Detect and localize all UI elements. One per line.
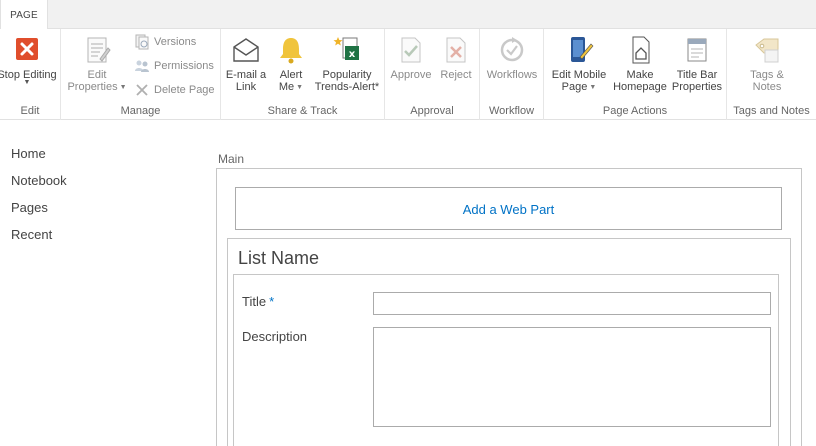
group-label-share-track: Share & Track bbox=[267, 105, 338, 117]
edit-properties-icon bbox=[87, 37, 111, 63]
edit-properties-button[interactable]: Edit Properties ▼ bbox=[67, 35, 127, 93]
chevron-down-icon: ▼ bbox=[589, 84, 597, 91]
make-homepage-label-2: Homepage bbox=[613, 81, 667, 93]
popularity-trends-icon: x bbox=[333, 37, 359, 60]
nav-item-pages[interactable]: Pages bbox=[11, 200, 67, 227]
permissions-icon bbox=[135, 60, 149, 72]
delete-page-label: Delete Page bbox=[154, 84, 215, 96]
tab-page[interactable]: PAGE bbox=[0, 0, 48, 30]
chevron-down-icon: ▼ bbox=[296, 84, 304, 91]
nav-item-home[interactable]: Home bbox=[11, 146, 67, 173]
add-web-part-button[interactable]: Add a Web Part bbox=[235, 187, 782, 230]
web-part-title: List Name bbox=[238, 248, 320, 268]
versions-icon bbox=[135, 34, 149, 50]
group-label-manage: Manage bbox=[120, 105, 161, 117]
email-link-button[interactable]: E-mail a Link bbox=[225, 35, 267, 93]
ribbon-group-share-track: E-mail a Link Alert Me ▼ x Popularity Tre… bbox=[221, 29, 385, 120]
permissions-button[interactable]: Permissions bbox=[134, 57, 214, 75]
title-label-text: Title bbox=[242, 294, 267, 309]
approve-icon bbox=[401, 37, 421, 63]
ribbon-tab-strip: PAGE bbox=[0, 0, 816, 30]
chevron-down-icon: ▼ bbox=[119, 84, 127, 91]
edit-mobile-page-button[interactable]: Edit Mobile Page ▼ bbox=[548, 35, 610, 93]
edit-mobile-label-1: Edit Mobile bbox=[551, 69, 607, 81]
edit-properties-label-2: Properties bbox=[67, 81, 118, 93]
workflows-icon bbox=[500, 37, 524, 62]
email-link-label-1: E-mail a bbox=[225, 69, 267, 81]
zone-title: Main bbox=[218, 152, 245, 166]
edit-mobile-label-2: Page bbox=[561, 81, 588, 93]
delete-page-button[interactable]: Delete Page bbox=[134, 81, 215, 99]
popularity-label-2: Trends-Alert* bbox=[314, 81, 380, 93]
title-bar-label-1: Title Bar bbox=[676, 69, 718, 81]
description-textarea[interactable] bbox=[373, 327, 771, 427]
workflows-button[interactable]: Workflows bbox=[484, 35, 540, 81]
make-homepage-icon bbox=[632, 36, 650, 64]
stop-editing-button[interactable]: Stop Editing ▼ bbox=[0, 35, 57, 86]
reject-icon bbox=[446, 37, 466, 63]
group-label-workflow: Workflow bbox=[488, 105, 535, 117]
title-bar-properties-icon bbox=[687, 38, 707, 62]
email-link-icon bbox=[233, 38, 259, 62]
title-bar-label-2: Properties bbox=[671, 81, 723, 93]
group-label-page-actions: Page Actions bbox=[602, 105, 668, 117]
make-homepage-button[interactable]: Make Homepage bbox=[612, 35, 668, 93]
approve-button[interactable]: Approve bbox=[389, 35, 433, 81]
email-link-label-2: Link bbox=[235, 81, 257, 93]
approve-label: Approve bbox=[390, 69, 432, 81]
group-label-approval: Approval bbox=[410, 105, 454, 117]
workflows-label: Workflows bbox=[486, 69, 538, 81]
delete-page-icon bbox=[136, 84, 148, 96]
alert-bell-icon bbox=[280, 38, 302, 64]
ribbon-group-workflow: Workflows Workflow bbox=[480, 29, 544, 120]
alert-me-label-1: Alert bbox=[279, 69, 303, 81]
tags-notes-icon bbox=[755, 38, 779, 63]
popularity-label-1: Popularity bbox=[322, 69, 372, 81]
versions-label: Versions bbox=[154, 36, 197, 48]
versions-button[interactable]: Versions bbox=[134, 33, 196, 51]
tags-notes-button[interactable]: Tags & Notes bbox=[744, 35, 790, 93]
ribbon-group-page-actions: Edit Mobile Page ▼ Make Homepage Title Ba… bbox=[544, 29, 727, 120]
alert-me-button[interactable]: Alert Me ▼ bbox=[273, 35, 309, 93]
nav-item-recent[interactable]: Recent bbox=[11, 227, 67, 254]
ribbon-group-tags-notes: Tags & Notes Tags and Notes bbox=[727, 29, 816, 120]
title-field-label: Title * bbox=[242, 294, 274, 309]
edit-properties-label-1: Edit bbox=[87, 69, 107, 81]
alert-me-label-2: Me bbox=[278, 81, 295, 93]
quick-launch-nav: Home Notebook Pages Recent bbox=[11, 146, 67, 254]
required-marker: * bbox=[269, 294, 275, 309]
reject-button[interactable]: Reject bbox=[437, 35, 475, 81]
group-label-edit: Edit bbox=[20, 105, 40, 117]
svg-text:x: x bbox=[349, 49, 356, 60]
description-field-label: Description bbox=[242, 329, 308, 344]
title-input[interactable] bbox=[373, 292, 771, 315]
tags-notes-label-2: Notes bbox=[752, 81, 782, 93]
tags-notes-label-1: Tags & bbox=[750, 69, 784, 81]
edit-mobile-page-icon bbox=[571, 37, 594, 62]
ribbon-group-manage: Edit Properties ▼ Versions Permissions D… bbox=[61, 29, 221, 120]
reject-label: Reject bbox=[440, 69, 472, 81]
ribbon-group-approval: Approve Reject Approval bbox=[385, 29, 480, 120]
ribbon-group-edit: Stop Editing ▼ Edit bbox=[0, 29, 61, 120]
nav-item-notebook[interactable]: Notebook bbox=[11, 173, 67, 200]
title-bar-properties-button[interactable]: Title Bar Properties bbox=[670, 35, 724, 93]
group-label-tags-notes: Tags and Notes bbox=[733, 105, 810, 117]
permissions-label: Permissions bbox=[154, 60, 214, 72]
make-homepage-label-1: Make bbox=[626, 69, 654, 81]
ribbon: Stop Editing ▼ Edit Edit Properties ▼ Ver… bbox=[0, 29, 816, 120]
stop-editing-icon bbox=[16, 38, 38, 60]
popularity-trends-button[interactable]: x Popularity Trends-Alert* bbox=[313, 35, 381, 93]
